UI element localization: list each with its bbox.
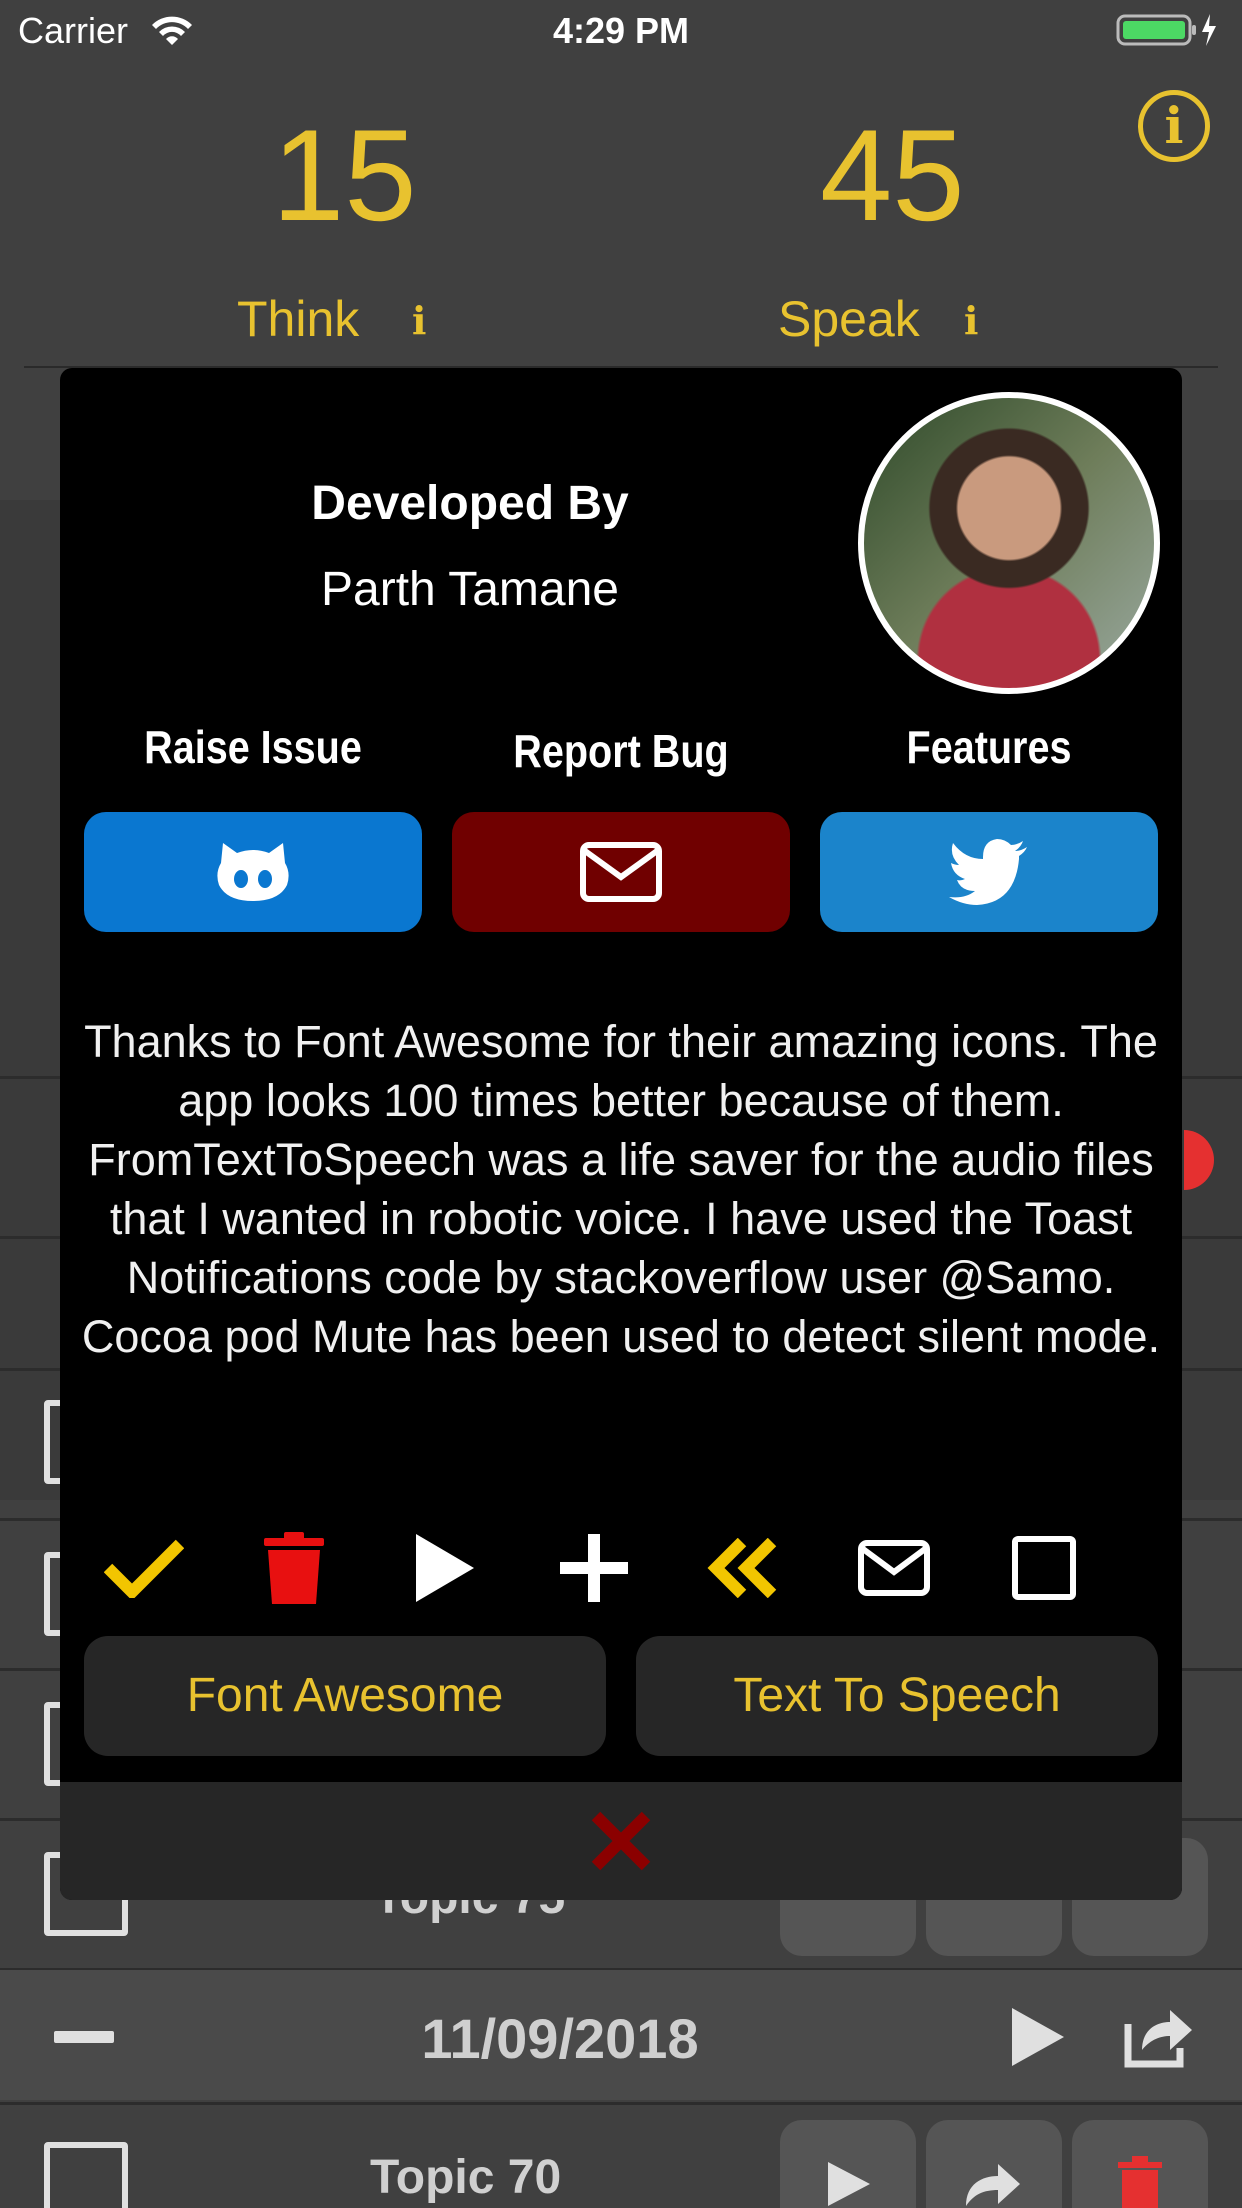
- square-icon: [994, 1518, 1094, 1618]
- think-info-icon[interactable]: i: [412, 298, 426, 343]
- plus-icon: [544, 1518, 644, 1618]
- report-bug-label: Report Bug: [513, 725, 729, 777]
- envelope-icon: [580, 842, 662, 902]
- text-to-speech-button[interactable]: Text To Speech: [636, 1636, 1158, 1756]
- about-modal: Developed By Parth Tamane Raise Issue Re…: [60, 368, 1182, 1900]
- close-button[interactable]: [60, 1782, 1182, 1900]
- developer-name: Parth Tamane: [321, 563, 619, 616]
- speak-time-value[interactable]: 45: [820, 100, 965, 250]
- trash-icon: [244, 1518, 344, 1618]
- speak-label: Speak: [778, 291, 920, 347]
- speak-info-icon[interactable]: i: [964, 298, 978, 343]
- date-label: 11/09/2018: [421, 2007, 699, 2070]
- think-time-value[interactable]: 15: [272, 100, 417, 250]
- export-icon[interactable]: [1120, 2004, 1196, 2070]
- github-icon: [217, 843, 289, 901]
- play-all-icon[interactable]: [1008, 2004, 1068, 2070]
- trash-icon: [1118, 2156, 1162, 2208]
- envelope-icon: [844, 1518, 944, 1618]
- raise-issue-button[interactable]: [84, 812, 422, 932]
- report-bug-button[interactable]: [452, 812, 790, 932]
- features-label: Features: [906, 721, 1072, 773]
- row-divider: [0, 2102, 1242, 2105]
- check-icon: [94, 1518, 194, 1618]
- info-button[interactable]: i: [1138, 90, 1210, 162]
- double-chevron-left-icon: [694, 1518, 794, 1618]
- play-icon: [394, 1518, 494, 1618]
- twitter-icon: [949, 839, 1027, 905]
- close-icon: [591, 1811, 651, 1871]
- features-button[interactable]: [820, 812, 1158, 932]
- share-icon: [966, 2164, 1020, 2206]
- font-awesome-button[interactable]: Font Awesome: [84, 1636, 606, 1756]
- status-time: 4:29 PM: [552, 10, 690, 51]
- status-bar: Carrier 4:29 PM: [0, 0, 1242, 60]
- credits-text: Thanks to Font Awesome for their amazing…: [81, 1016, 1161, 1362]
- topic-title: Topic 70: [370, 2151, 562, 2204]
- developer-avatar: [858, 392, 1160, 694]
- battery-icon: [1116, 14, 1216, 46]
- developed-by-label: Developed By: [311, 477, 629, 530]
- play-icon: [828, 2162, 870, 2206]
- topic-checkbox[interactable]: [44, 2142, 128, 2208]
- think-label: Think: [237, 291, 360, 347]
- raise-issue-label: Raise Issue: [144, 721, 362, 773]
